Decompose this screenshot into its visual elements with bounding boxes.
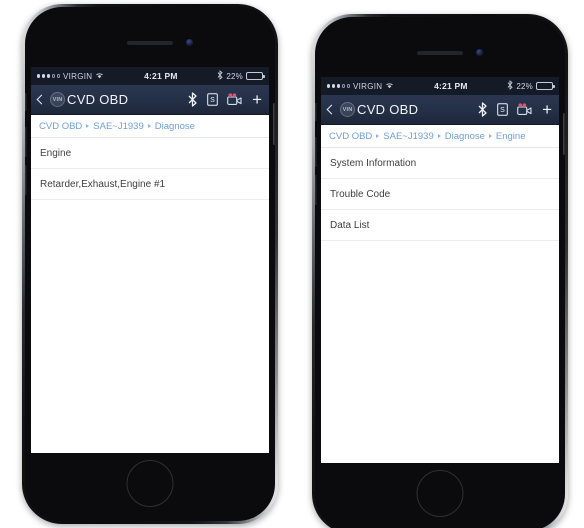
signal-strength-icon (327, 84, 350, 88)
bluetooth-icon (217, 70, 224, 82)
list-item[interactable]: Trouble Code (321, 179, 559, 210)
front-camera-icon (476, 49, 483, 56)
carrier-name: VIRGIN (352, 81, 383, 91)
chevron-right-icon (488, 134, 492, 138)
bluetooth-icon (507, 80, 514, 92)
vin-badge-icon[interactable]: VIN (50, 92, 65, 107)
breadcrumb-right: CVD OBD SAE~J1939 Diagnose Engine (321, 125, 559, 148)
battery-percentage: 22% (226, 71, 243, 81)
screenshot-canvas: VIRGIN 4:21 PM 22% VIN CVD OBD S + CVD O… (0, 0, 584, 528)
status-bar-clock: 4:21 PM (434, 81, 468, 91)
chevron-right-icon (86, 124, 90, 128)
mute-switch-right-phone[interactable] (315, 103, 317, 121)
video-camera-icon[interactable] (227, 93, 242, 106)
navbar-actions-right: S + (477, 101, 552, 118)
list-item[interactable]: Engine (31, 138, 269, 169)
home-button-right-phone[interactable] (416, 470, 464, 517)
screenshot-icon[interactable]: S (207, 93, 218, 106)
carrier-name: VIRGIN (62, 71, 93, 81)
screen-left: VIRGIN 4:21 PM 22% VIN CVD OBD S + CVD O… (31, 67, 269, 453)
volume-down-button-left-phone[interactable] (25, 165, 27, 195)
status-bar-right: VIRGIN 4:21 PM 22% (321, 77, 559, 95)
plus-icon[interactable]: + (542, 101, 552, 118)
front-camera-icon (186, 39, 193, 46)
phone-device-left: VIRGIN 4:21 PM 22% VIN CVD OBD S + CVD O… (22, 4, 278, 524)
status-bar-right-group: 22% (507, 80, 555, 92)
plus-icon[interactable]: + (252, 91, 262, 108)
breadcrumb-item[interactable]: Engine (496, 131, 526, 142)
wifi-icon (95, 71, 104, 81)
video-camera-icon[interactable] (517, 103, 532, 116)
page-title-left: CVD OBD (67, 92, 129, 107)
chevron-right-icon (376, 134, 380, 138)
status-bar-right-group: 22% (217, 70, 265, 82)
earpiece-speaker-icon (417, 51, 463, 55)
navbar-actions-left: S + (187, 91, 262, 108)
breadcrumb-item[interactable]: Diagnose (445, 131, 485, 142)
power-button-left-phone[interactable] (273, 103, 275, 145)
phone-body-left: VIRGIN 4:21 PM 22% VIN CVD OBD S + CVD O… (25, 7, 275, 521)
navigation-bar-left: VIN CVD OBD S + (31, 85, 269, 115)
power-button-right-phone[interactable] (563, 113, 565, 155)
svg-text:S: S (500, 107, 505, 114)
breadcrumb-item[interactable]: CVD OBD (329, 131, 372, 142)
signal-strength-icon (37, 74, 60, 78)
back-button-left[interactable]: VIN (36, 92, 65, 107)
status-bar-left-group: VIRGIN (37, 71, 104, 81)
list-item[interactable]: Retarder,Exhaust,Engine #1 (31, 169, 269, 200)
chevron-right-icon (437, 134, 441, 138)
mute-switch-left-phone[interactable] (25, 93, 27, 111)
battery-icon (246, 72, 265, 80)
list-item[interactable]: System Information (321, 148, 559, 179)
wifi-icon (385, 81, 394, 91)
vin-badge-icon[interactable]: VIN (340, 102, 355, 117)
svg-text:S: S (210, 97, 215, 104)
chevron-left-icon (326, 104, 337, 115)
chevron-left-icon (36, 94, 47, 105)
battery-icon (536, 82, 555, 90)
home-button-left-phone[interactable] (126, 460, 174, 507)
battery-percentage: 22% (516, 81, 533, 91)
diagnostic-menu-list-right: System Information Trouble Code Data Lis… (321, 148, 559, 241)
bluetooth-icon[interactable] (187, 92, 198, 107)
breadcrumb-item[interactable]: SAE~J1939 (93, 121, 143, 132)
breadcrumb-item[interactable]: Diagnose (155, 121, 195, 132)
volume-up-button-right-phone[interactable] (315, 137, 317, 167)
screenshot-icon[interactable]: S (497, 103, 508, 116)
status-bar-left: VIRGIN 4:21 PM 22% (31, 67, 269, 85)
breadcrumb-item[interactable]: SAE~J1939 (383, 131, 433, 142)
earpiece-speaker-icon (127, 41, 173, 45)
page-title-right: CVD OBD (357, 102, 419, 117)
breadcrumb-left: CVD OBD SAE~J1939 Diagnose (31, 115, 269, 138)
volume-up-button-left-phone[interactable] (25, 127, 27, 157)
breadcrumb-item[interactable]: CVD OBD (39, 121, 82, 132)
chevron-right-icon (147, 124, 151, 128)
list-item[interactable]: Data List (321, 210, 559, 241)
volume-down-button-right-phone[interactable] (315, 175, 317, 205)
system-list-left: Engine Retarder,Exhaust,Engine #1 (31, 138, 269, 200)
bluetooth-icon[interactable] (477, 102, 488, 117)
status-bar-clock: 4:21 PM (144, 71, 178, 81)
back-button-right[interactable]: VIN (326, 102, 355, 117)
phone-device-right: VIRGIN 4:21 PM 22% VIN CVD OBD S + CVD O… (312, 14, 568, 528)
status-bar-left-group: VIRGIN (327, 81, 394, 91)
phone-body-right: VIRGIN 4:21 PM 22% VIN CVD OBD S + CVD O… (315, 17, 565, 528)
screen-right: VIRGIN 4:21 PM 22% VIN CVD OBD S + CVD O… (321, 77, 559, 463)
navigation-bar-right: VIN CVD OBD S + (321, 95, 559, 125)
